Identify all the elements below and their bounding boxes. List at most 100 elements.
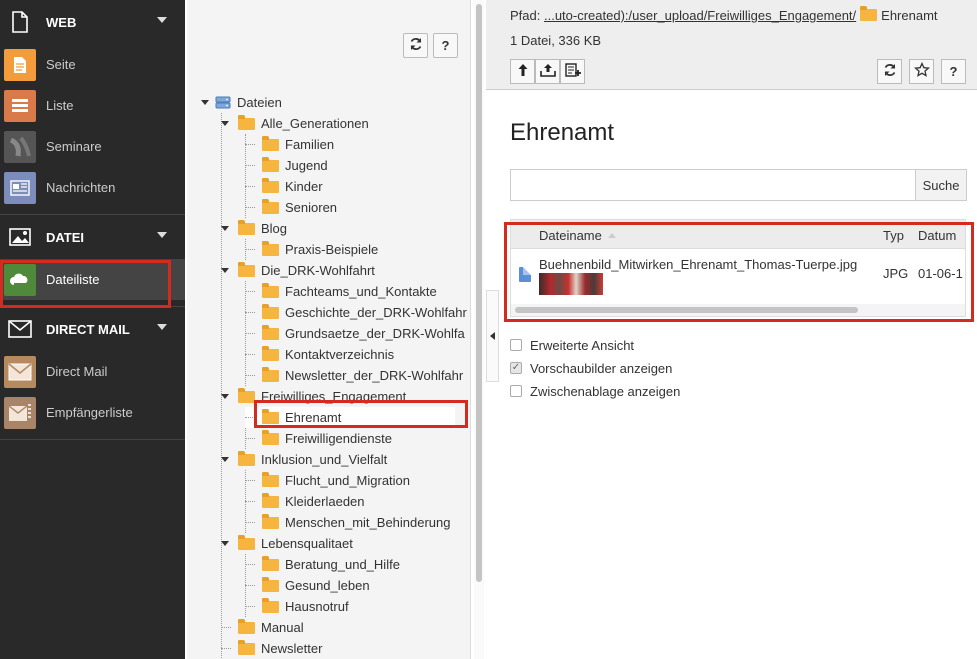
upload-button[interactable] — [535, 59, 560, 84]
new-file-button[interactable] — [560, 59, 585, 84]
option-extended-view[interactable]: Erweiterte Ansicht — [510, 336, 634, 354]
tree-node[interactable]: Familien — [245, 134, 334, 155]
refresh-icon — [883, 63, 897, 80]
collapse-toggle-icon[interactable] — [221, 394, 229, 399]
tree-node[interactable]: Inklusion_und_Vielfalt — [221, 449, 387, 470]
tree-node[interactable]: Kontaktverzeichnis — [245, 344, 394, 365]
menu-item-label: Seminare — [46, 139, 102, 154]
menu-item-seite[interactable]: Seite — [0, 44, 185, 85]
tree-node[interactable]: Manual — [221, 617, 304, 638]
folder-tree-pane: ? Dateien Alle_Generationen Familien Jug… — [187, 0, 471, 659]
tree-node-label: Blog — [261, 221, 288, 236]
show-thumbnails-checkbox[interactable]: ✓ — [510, 362, 522, 374]
chevron-down-icon[interactable] — [157, 232, 167, 238]
tree-root-dateien[interactable]: Dateien — [201, 92, 282, 113]
collapse-toggle-icon[interactable] — [221, 121, 229, 126]
search-button[interactable]: Suche — [915, 169, 967, 201]
folder-icon — [262, 198, 279, 214]
tree-node-label: Kleiderlaeden — [285, 494, 365, 509]
tree-node-label: Menschen_mit_Behinderung — [285, 515, 451, 530]
tree-node[interactable]: Fachteams_und_Kontakte — [245, 281, 437, 302]
menu-item-liste[interactable]: Liste — [0, 85, 185, 126]
menu-item-nachrichten[interactable]: Nachrichten — [0, 167, 185, 208]
tree-node-label: Beratung_und_Hilfe — [285, 557, 400, 572]
tree-node[interactable]: Kinder — [245, 176, 323, 197]
chevron-down-icon[interactable] — [157, 324, 167, 330]
tree-node[interactable]: Kleiderlaeden — [245, 491, 365, 512]
tree-node[interactable]: Alle_Generationen — [221, 113, 369, 134]
collapse-toggle-icon[interactable] — [221, 268, 229, 273]
tree-node[interactable]: Die_DRK-Wohlfahrt — [221, 260, 375, 281]
tree-node[interactable]: Freiwilligendienste — [245, 428, 392, 449]
help-button[interactable]: ? — [941, 59, 966, 84]
chevron-down-icon[interactable] — [157, 17, 167, 23]
tree-node[interactable]: Lebensqualitaet — [221, 533, 353, 554]
tree-node[interactable]: Jugend — [245, 155, 328, 176]
option-label: Erweiterte Ansicht — [530, 337, 635, 353]
refresh-button[interactable] — [877, 59, 902, 84]
tree-node-label: Praxis-Beispiele — [285, 242, 379, 257]
option-show-clipboard[interactable]: Zwischenablage anzeigen — [510, 382, 680, 400]
scrollbar-thumb[interactable] — [476, 4, 482, 582]
tree-node[interactable]: Newsletter_der_DRK-Wohlfahr — [245, 365, 463, 386]
menu-item-label: Liste — [46, 98, 74, 113]
collapse-toggle-icon[interactable] — [221, 457, 229, 462]
tree-scrollbar[interactable] — [474, 0, 484, 659]
tree-node[interactable]: Gesund_leben — [245, 575, 370, 596]
search-input[interactable] — [510, 169, 916, 201]
breadcrumb: Pfad: ...uto-created):/user_upload/Freiw… — [510, 6, 938, 23]
menu-group-web[interactable]: WEB — [0, 0, 185, 44]
collapse-toggle-icon[interactable] — [221, 226, 229, 231]
menu-group-title: DIRECT MAIL — [46, 321, 130, 337]
menu-item-label: Empfängerliste — [46, 405, 133, 420]
tree-node-label: Gesund_leben — [285, 578, 370, 593]
tree-node-label: Kinder — [285, 179, 323, 194]
tree-node[interactable]: Beratung_und_Hilfe — [245, 554, 400, 575]
path-link[interactable]: ...uto-created):/user_upload/Freiwillige… — [544, 8, 856, 23]
tree-node[interactable]: Praxis-Beispiele — [245, 239, 378, 260]
folder-icon — [262, 429, 279, 445]
menu-group-title: DATEI — [46, 229, 85, 245]
tree-node-label: Kontaktverzeichnis — [285, 347, 395, 362]
tree-node[interactable]: Blog — [221, 218, 287, 239]
folder-icon — [262, 177, 279, 193]
menu-item-empfaengerliste[interactable]: Empfängerliste — [0, 392, 185, 433]
menu-group-direct-mail[interactable]: DIRECT MAIL — [0, 307, 185, 351]
tree-node[interactable]: Newsletter — [221, 638, 322, 659]
menu-divider — [0, 439, 185, 440]
tree-refresh-button[interactable] — [403, 33, 428, 58]
tree-node[interactable]: Menschen_mit_Behinderung — [245, 512, 451, 533]
option-label: Vorschaubilder anzeigen — [530, 360, 673, 376]
tree-node-label: Dateien — [237, 95, 282, 110]
show-clipboard-checkbox[interactable] — [510, 385, 522, 397]
menu-item-seminare[interactable]: Seminare — [0, 126, 185, 167]
directmail-module-icon — [4, 355, 36, 388]
tree-node[interactable]: Geschichte_der_DRK-Wohlfahr — [245, 302, 467, 323]
news-module-icon — [4, 171, 36, 204]
new-file-icon — [564, 62, 581, 81]
collapse-toggle-icon[interactable] — [221, 541, 229, 546]
file-count-info: 1 Datei, 336 KB — [510, 33, 602, 48]
collapse-toggle-icon[interactable] — [201, 100, 209, 105]
path-current: Ehrenamt — [881, 8, 938, 23]
bookmark-button[interactable] — [909, 59, 934, 84]
folder-icon — [238, 450, 255, 466]
folder-up-button[interactable] — [510, 59, 535, 84]
tree-node[interactable]: Hausnotruf — [245, 596, 349, 617]
folder-icon — [262, 597, 279, 613]
folder-icon — [262, 345, 279, 361]
folder-icon — [262, 471, 279, 487]
path-label: Pfad: — [510, 8, 541, 23]
folder-icon — [262, 576, 279, 592]
tree-help-button[interactable]: ? — [433, 33, 458, 58]
tree-node[interactable]: Senioren — [245, 197, 337, 218]
option-show-thumbnails[interactable]: ✓ Vorschaubilder anzeigen — [510, 359, 672, 377]
tree-node-label: Alle_Generationen — [261, 116, 369, 131]
tree-node[interactable]: Flucht_und_Migration — [245, 470, 410, 491]
tree-node-label: Hausnotruf — [285, 599, 349, 614]
upload-icon — [539, 63, 556, 80]
menu-item-direct-mail[interactable]: Direct Mail — [0, 351, 185, 392]
extended-view-checkbox[interactable] — [510, 339, 522, 351]
menu-group-datei[interactable]: DATEI — [0, 215, 185, 259]
tree-node[interactable]: Grundsaetze_der_DRK-Wohlfa — [245, 323, 465, 344]
